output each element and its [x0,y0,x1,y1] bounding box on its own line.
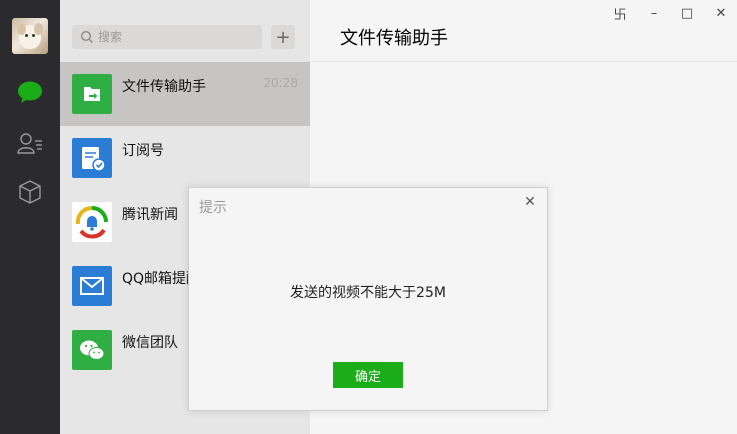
chat-item-subscriptions[interactable]: 订阅号 [60,126,310,190]
close-window-button[interactable]: ✕ [706,4,736,22]
search-icon [80,30,93,43]
tencent-news-icon [72,202,112,242]
chat-name: 微信团队 [122,335,178,351]
chat-icon[interactable] [15,77,45,107]
chat-name: 订阅号 [122,143,164,159]
page-title: 文件传输助手 [340,28,448,49]
mail-icon [72,266,112,306]
box-icon[interactable] [15,177,45,207]
file-transfer-icon [72,74,112,114]
chat-item-file-transfer[interactable]: 文件传输助手 20:28 [60,62,310,126]
dialog-message: 发送的视频不能大于25M [290,285,446,301]
confirm-button[interactable]: 确定 [333,362,403,388]
chat-name: 文件传输助手 [122,79,206,95]
navigation-rail [0,0,60,434]
alert-dialog: 提示 ✕ 发送的视频不能大于25M 确定 [188,187,548,411]
search-box[interactable] [72,25,262,49]
wechat-team-icon [72,330,112,370]
minimize-button[interactable]: – [639,4,669,22]
avatar[interactable] [12,18,48,54]
maximize-button[interactable]: □ [672,4,702,22]
chat-time: 20:28 [263,76,298,90]
search-input[interactable] [98,30,248,44]
chat-name: 腾讯新闻 [122,207,178,223]
dialog-close-button[interactable]: ✕ [521,193,539,211]
contacts-icon[interactable] [15,128,45,158]
pin-icon[interactable]: 卐 [605,4,635,23]
dialog-title: 提示 [199,200,227,216]
add-button[interactable]: + [271,25,295,49]
subscription-icon [72,138,112,178]
